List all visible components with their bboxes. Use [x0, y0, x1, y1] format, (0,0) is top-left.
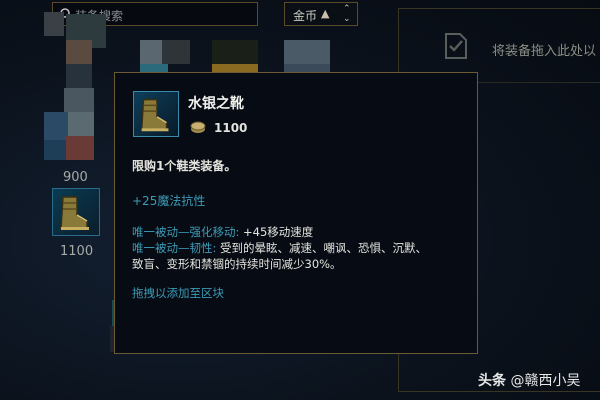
watermark-brand: 头条 — [478, 373, 506, 389]
tooltip-stat: +25魔法抗性 — [132, 194, 206, 208]
tooltip-item-cost: 1100 — [214, 121, 248, 135]
blurred-item — [66, 64, 92, 88]
sort-dropdown[interactable]: 金币 ▲ ⌃ ⌄ — [284, 2, 358, 26]
sort-toggle-icon[interactable]: ⌃ ⌄ — [343, 4, 351, 24]
passive-value: 受到的晕眩、减速、嘲讽、恐惧、沉默、 — [216, 241, 428, 255]
blurred-item — [284, 40, 330, 64]
blurred-item — [212, 64, 258, 72]
tooltip-passive-2-cont: 致盲、变形和禁锢的持续时间减少30%。 — [132, 257, 342, 271]
blurred-item — [140, 40, 162, 64]
boots-icon — [140, 98, 169, 132]
watermark: 头条 @赣西小吴 — [478, 370, 580, 390]
gold-coin-icon — [190, 121, 206, 133]
drop-zone-hint: 将装备拖入此处以 — [492, 44, 597, 59]
blurred-item — [162, 40, 190, 64]
blurred-item — [68, 112, 94, 136]
blurred-item — [44, 140, 66, 160]
blurred-item — [66, 40, 92, 64]
tooltip-item-image — [133, 91, 179, 137]
tooltip-limit-text: 限购1个鞋类装备。 — [132, 159, 237, 173]
blurred-item — [66, 136, 94, 160]
blurred-item — [284, 64, 330, 72]
blurred-item — [140, 64, 168, 72]
blurred-item — [44, 12, 64, 36]
passive-value: +45移动速度 — [239, 225, 314, 239]
passive-label: 唯一被动—韧性: — [132, 241, 217, 255]
item-price: 900 — [63, 170, 88, 185]
item-price: 1100 — [60, 244, 94, 259]
checklist-icon — [445, 33, 467, 59]
blurred-item — [44, 112, 68, 140]
sort-ascending-icon[interactable]: ▲ — [321, 7, 329, 20]
boots-icon — [60, 196, 89, 230]
tooltip-passive-2: 唯一被动—韧性: 受到的晕眩、减速、嘲讽、恐惧、沉默、 — [132, 240, 427, 256]
tooltip-item-name: 水银之靴 — [188, 96, 244, 112]
sort-label: 金币 — [293, 9, 318, 23]
mercury-treads-item[interactable] — [52, 188, 100, 236]
passive-label: 唯一被动—强化移动: — [132, 225, 240, 239]
tooltip-drag-hint: 拖拽以添加至区块 — [132, 286, 224, 300]
watermark-handle: @赣西小吴 — [506, 373, 581, 389]
blurred-item — [64, 88, 94, 114]
tooltip-passive-1: 唯一被动—强化移动: +45移动速度 — [132, 224, 313, 240]
